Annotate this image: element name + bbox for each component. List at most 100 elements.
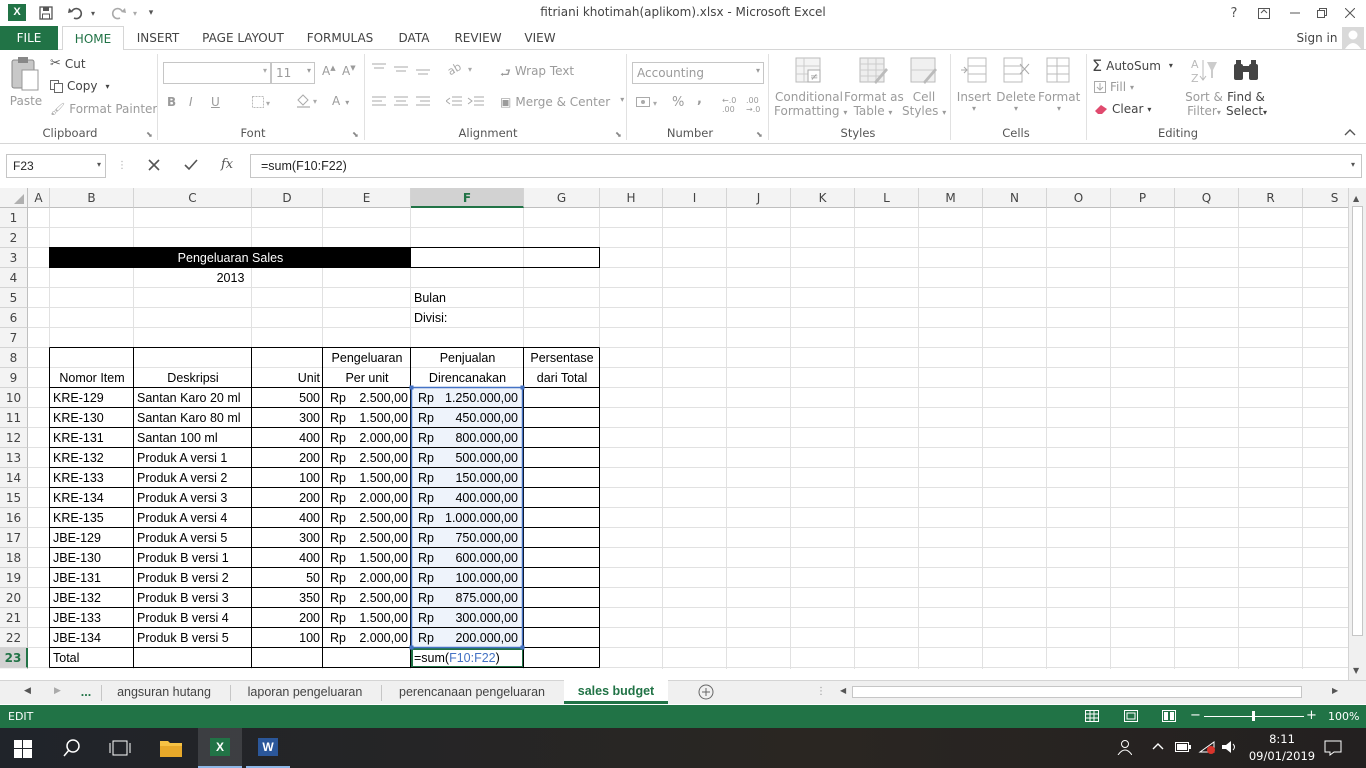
clear-button[interactable]: Clear ▾ <box>1094 102 1151 116</box>
tab-review[interactable]: REVIEW <box>450 26 506 50</box>
copy-button[interactable]: Copy ▾ <box>50 79 109 93</box>
autosum-button[interactable]: Σ AutoSum ▾ <box>1092 56 1173 75</box>
format-cells-button[interactable]: Format ▾ <box>1038 56 1080 113</box>
grow-font-button[interactable]: A▲ <box>322 64 336 78</box>
tab-data[interactable]: DATA <box>392 26 436 50</box>
vertical-scroll-thumb[interactable] <box>1352 206 1363 636</box>
zoom-level[interactable]: 100% <box>1328 710 1359 723</box>
zoom-out-icon[interactable]: − <box>1190 708 1201 723</box>
tab-page-layout[interactable]: PAGE LAYOUT <box>196 26 290 50</box>
confirm-entry-icon[interactable] <box>184 159 198 171</box>
zoom-slider[interactable] <box>1204 711 1304 721</box>
indent-icon[interactable] <box>446 96 490 108</box>
task-view-icon[interactable] <box>109 740 131 756</box>
font-size-combo[interactable]: 11 ▾ <box>271 62 315 84</box>
horizontal-scroll-thumb[interactable] <box>852 686 1302 698</box>
alignment-launcher-icon[interactable]: ⬊ <box>615 130 622 139</box>
zoom-in-icon[interactable]: + <box>1306 708 1317 723</box>
delete-cells-button[interactable]: Delete ▾ <box>996 56 1036 113</box>
restore-icon[interactable] <box>1312 3 1332 23</box>
clock-date[interactable]: 09/01/2019 <box>1246 749 1318 763</box>
wrap-text-button[interactable]: ⮐ Wrap Text <box>500 64 574 85</box>
word-taskbar-icon[interactable]: W <box>246 728 290 768</box>
find-select-button[interactable]: Find & Select▾ <box>1226 56 1267 118</box>
sheet-tab-angsuran[interactable]: angsuran hutang <box>104 681 224 704</box>
shrink-font-button[interactable]: A▼ <box>342 64 356 78</box>
font-launcher-icon[interactable]: ⬊ <box>352 130 359 139</box>
sort-filter-button[interactable]: AZ Sort & Filter▾ <box>1184 56 1224 118</box>
sheet-tab-perencanaan[interactable]: perencanaan pengeluaran <box>386 681 558 704</box>
tab-view[interactable]: VIEW <box>518 26 562 50</box>
battery-icon[interactable] <box>1175 742 1191 752</box>
number-launcher-icon[interactable]: ⬊ <box>756 130 763 139</box>
bold-button[interactable]: B <box>167 95 176 109</box>
scroll-left-icon[interactable]: ◀ <box>840 686 846 695</box>
conditional-formatting-button[interactable]: ≠ Conditional Formatting ▾ <box>774 56 847 118</box>
user-avatar[interactable] <box>1342 27 1364 49</box>
volume-icon[interactable] <box>1221 740 1239 754</box>
horizontal-scrollbar[interactable]: ◀ ▶ <box>834 684 1346 700</box>
format-as-table-button[interactable]: Format as Table ▾ <box>844 56 904 118</box>
comma-button[interactable]: , <box>697 92 702 107</box>
borders-icon[interactable]: ▾ <box>252 96 274 108</box>
insert-cells-button[interactable]: Insert ▾ <box>954 56 994 113</box>
tab-file[interactable]: FILE <box>0 26 58 50</box>
name-box[interactable]: F23 ▾ <box>6 154 106 178</box>
ribbon-display-icon[interactable] <box>1255 3 1273 23</box>
sheet-tab-laporan[interactable]: laporan pengeluaran <box>234 681 376 704</box>
font-color-icon[interactable]: A ▾ <box>332 94 349 108</box>
orientation-icon[interactable]: ab ▾ <box>448 62 476 76</box>
sheet-tab-sales-budget[interactable]: sales budget <box>564 680 668 704</box>
paste-button[interactable]: Paste <box>6 56 46 116</box>
scroll-down-icon[interactable]: ▼ <box>1353 666 1359 675</box>
cancel-entry-icon[interactable] <box>148 159 160 171</box>
collapse-ribbon-icon[interactable] <box>1344 128 1356 136</box>
clock-time[interactable]: 8:11 <box>1250 732 1314 746</box>
close-icon[interactable] <box>1340 3 1360 23</box>
scroll-right-icon[interactable]: ▶ <box>1332 686 1338 695</box>
currency-icon[interactable]: ▾ <box>636 96 662 108</box>
minimize-icon[interactable] <box>1285 3 1305 23</box>
tab-home[interactable]: HOME <box>62 26 124 51</box>
italic-button[interactable]: I <box>189 95 193 109</box>
cell-styles-button[interactable]: Cell Styles ▾ <box>902 56 946 118</box>
cut-button[interactable]: ✂ Cut <box>50 56 86 71</box>
sign-in-link[interactable]: Sign in <box>1292 26 1342 50</box>
notifications-icon[interactable] <box>1324 740 1342 756</box>
tab-insert[interactable]: INSERT <box>130 26 186 50</box>
scroll-up-icon[interactable]: ▲ <box>1353 194 1359 203</box>
search-icon[interactable] <box>63 739 81 757</box>
zoom-slider-thumb[interactable] <box>1252 711 1255 721</box>
fill-button[interactable]: Fill ▾ <box>1094 80 1134 94</box>
format-painter-button[interactable]: 🖌 Format Painter <box>50 102 157 116</box>
underline-button[interactable]: U <box>211 95 220 109</box>
insert-function-icon[interactable]: fx <box>221 157 233 172</box>
help-icon[interactable]: ? <box>1226 3 1242 23</box>
align-top-icon[interactable] <box>372 62 432 76</box>
worksheet-grid[interactable]: ABCDEFGHIJKLMNOPQRS 1 2 3 4 5 6 7 8 9 10 11 12 13 14 1… <box>0 188 1348 669</box>
fill-color-icon[interactable]: ▾ <box>296 94 322 108</box>
align-left-icon[interactable] <box>372 96 434 108</box>
tab-formulas[interactable]: FORMULAS <box>302 26 378 50</box>
vertical-scrollbar[interactable]: ▲ ▼ <box>1348 188 1366 680</box>
network-icon[interactable] <box>1198 740 1216 754</box>
formula-input[interactable]: =sum(F10:F22) ▾ <box>250 154 1362 178</box>
increase-decimal-button[interactable]: ←.0.00 <box>722 96 736 114</box>
windows-start-icon[interactable] <box>14 740 32 758</box>
more-sheets-button[interactable]: ... <box>72 681 100 704</box>
prev-sheet-icon[interactable]: ◀ <box>24 686 31 696</box>
number-format-combo[interactable]: Accounting ▾ <box>632 62 764 84</box>
page-break-view-icon[interactable] <box>1162 710 1176 722</box>
tab-split-grip[interactable]: ⋮ <box>816 686 826 697</box>
clipboard-launcher-icon[interactable]: ⬊ <box>146 130 153 139</box>
percent-button[interactable]: % <box>672 95 684 110</box>
decrease-decimal-button[interactable]: .00 →.0 <box>746 96 760 114</box>
excel-taskbar-icon[interactable]: X <box>198 728 242 768</box>
new-sheet-icon[interactable] <box>698 684 714 700</box>
file-explorer-icon[interactable] <box>160 738 182 758</box>
merge-center-button[interactable]: ▣ Merge & Center ▾ <box>500 95 624 109</box>
page-layout-view-icon[interactable] <box>1124 710 1138 722</box>
font-name-combo[interactable]: ▾ <box>163 62 271 84</box>
normal-view-icon[interactable] <box>1085 710 1099 722</box>
people-icon[interactable] <box>1116 739 1132 755</box>
